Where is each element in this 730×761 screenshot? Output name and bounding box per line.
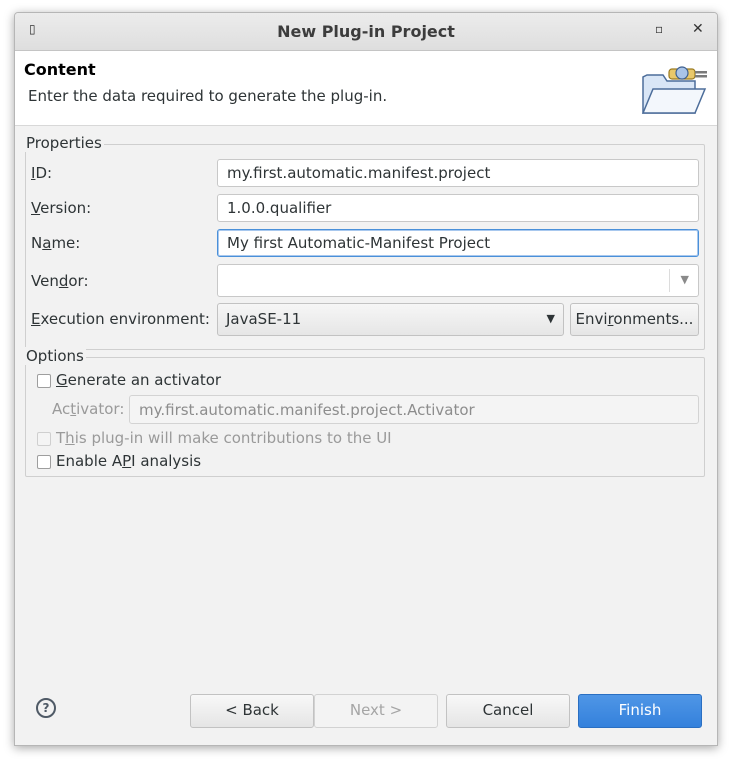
environments-button[interactable]: Environments...	[570, 303, 699, 336]
page-title: Content	[24, 60, 96, 79]
options-group-label: Options	[24, 347, 86, 365]
window-title: New Plug-in Project	[277, 22, 455, 41]
id-field[interactable]	[217, 159, 699, 187]
generate-activator-label[interactable]: Generate an activator	[56, 371, 221, 389]
api-analysis-checkbox[interactable]	[37, 455, 51, 469]
name-label: Name:	[31, 234, 81, 252]
chevron-down-icon[interactable]: ▼	[681, 273, 689, 286]
next-button: Next >	[314, 694, 438, 728]
vendor-label: Vendor:	[31, 272, 89, 290]
back-button[interactable]: < Back	[190, 694, 314, 728]
generate-activator-checkbox[interactable]	[37, 374, 51, 388]
maximize-icon[interactable]: ▫	[655, 22, 663, 36]
execution-environment-select[interactable]: JavaSE-11 ▼	[217, 303, 564, 336]
plugin-folder-icon	[641, 66, 707, 114]
execution-environment-value: JavaSE-11	[226, 310, 302, 328]
page-description: Enter the data required to generate the …	[28, 87, 388, 105]
wizard-header: Content Enter the data required to gener…	[15, 51, 717, 126]
vendor-combo[interactable]: ▼	[217, 264, 699, 297]
cancel-button[interactable]: Cancel	[446, 694, 570, 728]
help-icon[interactable]: ?	[36, 698, 56, 718]
combo-separator	[669, 269, 670, 292]
name-field[interactable]	[217, 229, 699, 257]
id-label: ID:	[31, 164, 53, 182]
ui-contributions-checkbox	[37, 432, 51, 446]
close-icon[interactable]: ✕	[692, 21, 704, 37]
chevron-down-icon: ▼	[546, 312, 555, 325]
ui-contributions-label: This plug-in will make contributions to …	[56, 429, 392, 447]
activator-label: Activator:	[52, 400, 125, 418]
version-label: Version:	[31, 199, 92, 217]
activator-field	[129, 395, 699, 424]
finish-button[interactable]: Finish	[578, 694, 702, 728]
execution-environment-label: Execution environment:	[31, 310, 210, 328]
version-field[interactable]	[217, 194, 699, 222]
properties-group-label: Properties	[24, 134, 104, 152]
new-plugin-project-dialog: ▯ New Plug-in Project ▫ ✕ Content Enter …	[14, 12, 718, 746]
api-analysis-label[interactable]: Enable API analysis	[56, 452, 201, 470]
title-bar: ▯ New Plug-in Project ▫ ✕	[15, 13, 717, 51]
